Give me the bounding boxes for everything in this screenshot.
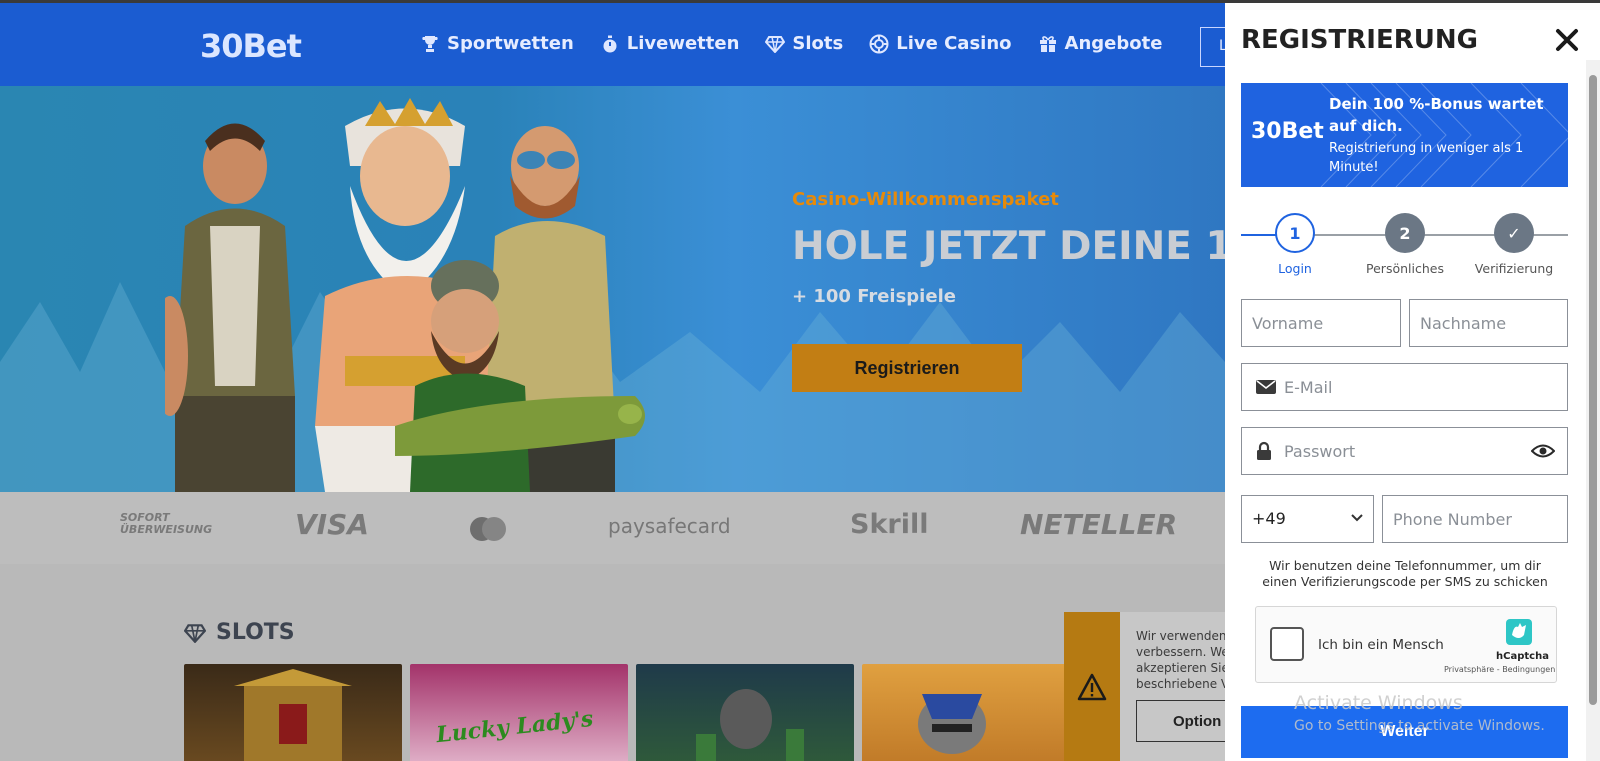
diamond-icon (184, 623, 206, 643)
cookie-text-line: beschriebene V (1136, 677, 1230, 691)
site-logo[interactable]: 30Bet (200, 27, 302, 65)
step-circle: ✓ (1494, 213, 1534, 253)
bonus-promo-banner: 30Bet Dein 100 %-Bonus wartet auf dich. … (1241, 83, 1568, 187)
captcha-brand: hCaptcha (1496, 651, 1549, 662)
diamond-icon (765, 34, 786, 54)
nav-item-label: Livewetten (626, 33, 740, 54)
scrollbar-thumb[interactable] (1589, 75, 1597, 705)
windows-activation-title: Activate Windows (1294, 692, 1463, 714)
step-label: Persönliches (1366, 261, 1444, 276)
step-circle: 2 (1385, 213, 1425, 253)
cookie-warning-bar (1064, 612, 1120, 761)
payment-methods-strip: SOFORT ÜBERWEISUNG VISA mastercard paysa… (0, 492, 1225, 564)
stopwatch-icon (600, 34, 620, 54)
payment-neteller-logo: NETELLER (1020, 508, 1178, 541)
slot-tile[interactable] (636, 664, 854, 761)
email-field[interactable] (1241, 363, 1568, 411)
step-verifizierung: ✓ Verifizierung (1464, 213, 1564, 276)
slot-tile[interactable]: Lucky Lady's (410, 664, 628, 761)
windows-activation-subtitle: Go to Settings to activate Windows. (1294, 718, 1545, 734)
registration-panel: REGISTRIERUNG 30Bet Dein 100 %-Bonus war… (1225, 3, 1600, 761)
payment-mastercard-name: mastercard (468, 516, 469, 517)
panel-title: REGISTRIERUNG (1241, 25, 1478, 55)
hero-banner: Casino-Willkommenspaket HOLE JETZT DEINE… (0, 86, 1225, 492)
main-nav: Sportwetten Livewetten Slots Live Casino… (420, 33, 1162, 54)
hero-register-button[interactable]: Registrieren (792, 344, 1022, 392)
slot-tile[interactable] (184, 664, 402, 761)
step-label: Login (1278, 261, 1312, 276)
payment-mastercard-logo: mastercard (468, 516, 508, 546)
cookie-options-button[interactable]: Option (1136, 700, 1236, 742)
cookie-banner: Wir verwenden verbessern. We akzeptieren… (1064, 612, 1236, 761)
cookie-text-line: Wir verwenden (1136, 629, 1227, 643)
eye-icon[interactable] (1531, 440, 1555, 462)
warning-icon (1077, 673, 1107, 700)
panel-scrollbar[interactable] (1586, 60, 1600, 761)
password-field[interactable] (1241, 427, 1568, 475)
nav-item-live-casino[interactable]: Live Casino (869, 33, 1012, 54)
nav-item-label: Angebote (1064, 33, 1163, 54)
payment-skrill-logo: Skrill (850, 509, 929, 540)
payment-sofort-logo: SOFORT ÜBERWEISUNG (120, 511, 213, 536)
slot-tile-title: Lucky Lady's (435, 705, 595, 749)
promo-logo: 30Bet (1251, 119, 1324, 144)
close-button[interactable] (1553, 27, 1581, 55)
step-circle: 1 (1275, 213, 1315, 253)
captcha-checkbox[interactable] (1270, 627, 1304, 661)
step-login: 1 Login (1245, 213, 1345, 276)
phone-number-input[interactable] (1382, 495, 1568, 543)
trophy-icon (420, 34, 440, 54)
nav-item-angebote[interactable]: Angebote (1038, 33, 1163, 54)
phone-prefix-select[interactable]: +49 (1241, 495, 1374, 543)
slot-thumbnail (696, 689, 804, 761)
captcha-links[interactable]: Privatsphäre - Bedingungen (1444, 665, 1555, 674)
hcaptcha-widget: Ich bin ein Mensch hCaptcha Privatsphäre… (1255, 606, 1557, 683)
hero-subtitle: Casino-Willkommenspaket (792, 189, 1059, 210)
promo-subline: Registrierung in weniger als 1 Minute! (1329, 141, 1524, 175)
envelope-icon (1256, 380, 1276, 394)
slot-thumbnail (234, 669, 352, 761)
cookie-text-line: akzeptieren Sie (1136, 661, 1229, 675)
chip-icon (869, 34, 889, 54)
firstname-input[interactable] (1241, 299, 1401, 347)
payment-visa-logo: VISA (295, 508, 369, 541)
nav-item-slots[interactable]: Slots (765, 33, 843, 54)
step-label: Verifizierung (1474, 261, 1554, 276)
payment-paysafecard-logo: paysafecard (608, 514, 731, 538)
slot-tiles: Lucky Lady's (184, 664, 1080, 761)
slots-heading-label: SLOTS (216, 620, 295, 645)
phone-note: Wir benutzen deine Telefonnummer, um dir… (1262, 558, 1548, 589)
hero-free-spins: + 100 Freispiele (792, 286, 956, 307)
slots-heading: SLOTS (184, 620, 295, 645)
promo-headline: Dein 100 %-Bonus wartet auf dich. (1329, 95, 1544, 135)
slot-tile[interactable] (862, 664, 1080, 761)
nav-item-label: Sportwetten (447, 33, 574, 54)
email-input[interactable] (1284, 364, 1524, 410)
nav-item-sportwetten[interactable]: Sportwetten (420, 33, 574, 54)
nav-item-label: Slots (792, 33, 844, 54)
registration-stepper: 1 Login 2 Persönliches ✓ Verifizierung (1241, 213, 1568, 276)
phone-prefix-value: +49 (1252, 509, 1286, 528)
close-icon (1556, 29, 1578, 51)
cookie-text: Wir verwenden verbessern. We akzeptieren… (1136, 628, 1236, 692)
mastercard-icon (470, 517, 506, 541)
gift-icon (1038, 34, 1058, 54)
slots-section: SLOTS Lucky Lady's (0, 564, 1225, 761)
password-input[interactable] (1284, 428, 1524, 474)
hero-title: HOLE JETZT DEINE 100 (792, 224, 1225, 269)
lastname-input[interactable] (1409, 299, 1568, 347)
hcaptcha-logo-icon (1506, 619, 1532, 645)
nav-item-label: Live Casino (896, 33, 1012, 54)
slot-thumbnail (918, 694, 986, 754)
hero-characters-illustration (165, 98, 645, 492)
chevron-down-icon (1351, 514, 1363, 522)
step-persoenliches: 2 Persönliches (1355, 213, 1455, 276)
captcha-label: Ich bin ein Mensch (1318, 637, 1444, 653)
cookie-text-line: verbessern. We (1136, 645, 1229, 659)
lock-icon (1257, 441, 1271, 460)
nav-item-livewetten[interactable]: Livewetten (600, 33, 740, 54)
site-header: 30Bet Sportwetten Livewetten Slots Live … (0, 3, 1240, 86)
